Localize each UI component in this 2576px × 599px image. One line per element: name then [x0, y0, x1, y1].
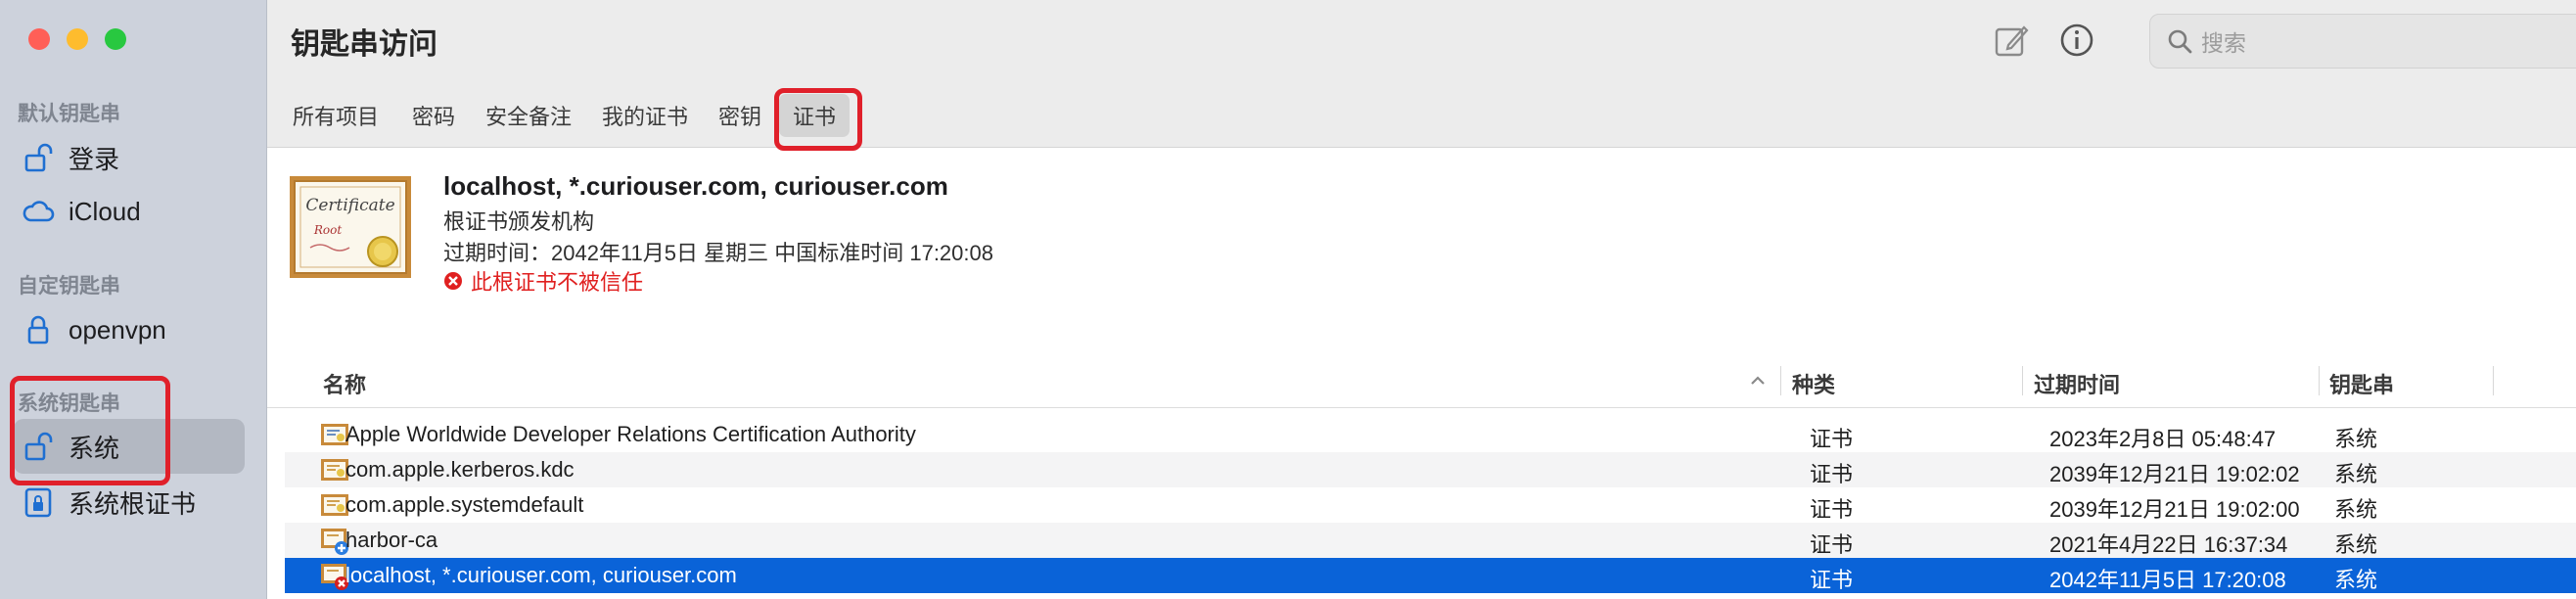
toolbar: 钥匙串访问 搜索 所有项目 密码 安全备注 我的证书 密钥 证书: [267, 0, 2576, 151]
column-keychain[interactable]: 钥匙串: [2329, 368, 2394, 399]
cell-keychain: 系统: [2334, 568, 2378, 592]
trust-warning: 此根证书不被信任: [443, 265, 643, 297]
minimize-window-button[interactable]: [67, 28, 88, 50]
sidebar-section-custom: 自定钥匙串: [18, 275, 120, 298]
error-x-icon: [443, 271, 463, 291]
lock-cabinet-icon: [22, 485, 55, 519]
cell-expires: 2039年12月21日 19:02:00: [2049, 497, 2300, 522]
cell-keychain: 系统: [2334, 462, 2378, 486]
column-divider[interactable]: [2319, 366, 2320, 395]
lock-open-icon: [22, 141, 55, 174]
compose-icon[interactable]: [1993, 22, 2030, 59]
tab-secure-notes[interactable]: 安全备注: [485, 100, 572, 131]
certificate-expiry: 过期时间：2042年11月5日 星期三 中国标准时间 17:20:08: [443, 241, 993, 265]
tab-passwords[interactable]: 密码: [412, 100, 455, 131]
cell-kind: 证书: [1810, 568, 1854, 592]
table-row[interactable]: harbor-ca 证书 2021年4月22日 16:37:34 系统: [285, 523, 2576, 558]
table-row-selected[interactable]: localhost, *.curiouser.com, curiouser.co…: [285, 558, 2576, 593]
certificate-kind: 根证书颁发机构: [443, 209, 595, 234]
column-name[interactable]: 名称: [323, 368, 366, 399]
cell-kind: 证书: [1810, 462, 1854, 486]
certificate-name: localhost, *.curiouser.com, curiouser.co…: [443, 171, 948, 201]
sidebar: 默认钥匙串 登录 iCloud 自定钥匙串 openvpn 系统钥匙串 系统 系…: [0, 0, 267, 599]
search-input[interactable]: 搜索: [2201, 24, 2246, 58]
tab-keys[interactable]: 密钥: [718, 100, 761, 131]
sidebar-item-label: 系统根证书: [69, 488, 197, 519]
sidebar-item-openvpn[interactable]: openvpn: [22, 307, 166, 352]
svg-text:Certificate: Certificate: [305, 196, 394, 215]
tab-my-certificates[interactable]: 我的证书: [602, 100, 688, 131]
zoom-window-button[interactable]: [105, 28, 126, 50]
cloud-icon: [22, 195, 55, 228]
certificate-root-icon: Certificate Root: [289, 175, 412, 279]
cell-keychain: 系统: [2334, 497, 2378, 522]
annotation-highlight-tab: [774, 88, 862, 151]
column-kind[interactable]: 种类: [1792, 368, 1835, 399]
sort-ascending-icon[interactable]: [1747, 370, 1769, 396]
lock-icon: [22, 313, 55, 346]
column-divider[interactable]: [1780, 366, 1781, 395]
cell-expires: 2039年12月21日 19:02:02: [2049, 462, 2300, 486]
table-row[interactable]: com.apple.kerberos.kdc 证书 2039年12月21日 19…: [285, 452, 2576, 487]
annotation-highlight-system: [10, 376, 170, 485]
svg-text:Root: Root: [313, 223, 342, 237]
column-divider[interactable]: [2493, 366, 2494, 395]
sidebar-item-label: iCloud: [69, 196, 141, 226]
search-icon: [2166, 27, 2193, 55]
cell-expires: 2021年4月22日 16:37:34: [2049, 532, 2288, 557]
sidebar-item-label: 登录: [69, 144, 120, 174]
window-title: 钥匙串访问: [291, 28, 437, 61]
cell-name: com.apple.systemdefault: [345, 492, 584, 517]
cell-expires: 2023年2月8日 05:48:47: [2049, 427, 2277, 451]
certificate-detail: Certificate Root localhost, *.curiouser.…: [267, 148, 2576, 344]
cell-name: harbor-ca: [345, 528, 438, 552]
close-window-button[interactable]: [28, 28, 50, 50]
info-icon[interactable]: [2058, 22, 2095, 59]
sidebar-section-default: 默认钥匙串: [18, 103, 120, 125]
main-pane: 钥匙串访问 搜索 所有项目 密码 安全备注 我的证书 密钥 证书 Certifi…: [267, 0, 2576, 599]
column-divider[interactable]: [2022, 366, 2023, 395]
search-field[interactable]: 搜索: [2149, 14, 2576, 69]
tab-all-items[interactable]: 所有项目: [293, 100, 379, 131]
column-expires[interactable]: 过期时间: [2034, 368, 2120, 399]
cell-keychain: 系统: [2334, 532, 2378, 557]
sidebar-item-icloud[interactable]: iCloud: [22, 189, 141, 234]
cell-kind: 证书: [1810, 497, 1854, 522]
table-row[interactable]: Apple Worldwide Developer Relations Cert…: [285, 417, 2576, 452]
cell-kind: 证书: [1810, 427, 1854, 451]
cell-name: Apple Worldwide Developer Relations Cert…: [345, 422, 916, 446]
cell-keychain: 系统: [2334, 427, 2378, 451]
cell-expires: 2042年11月5日 17:20:08: [2049, 568, 2286, 592]
sidebar-item-label: openvpn: [69, 314, 166, 345]
trust-warning-text: 此根证书不被信任: [471, 270, 644, 295]
cell-kind: 证书: [1810, 532, 1854, 557]
sidebar-item-login[interactable]: 登录: [22, 135, 119, 180]
table-header: 名称 种类 过期时间 钥匙串: [267, 356, 2576, 408]
sidebar-item-system-roots[interactable]: 系统根证书: [22, 480, 196, 525]
cell-name: com.apple.kerberos.kdc: [345, 457, 575, 482]
table-row[interactable]: com.apple.systemdefault 证书 2039年12月21日 1…: [285, 487, 2576, 523]
cell-name: localhost, *.curiouser.com, curiouser.co…: [345, 563, 737, 587]
